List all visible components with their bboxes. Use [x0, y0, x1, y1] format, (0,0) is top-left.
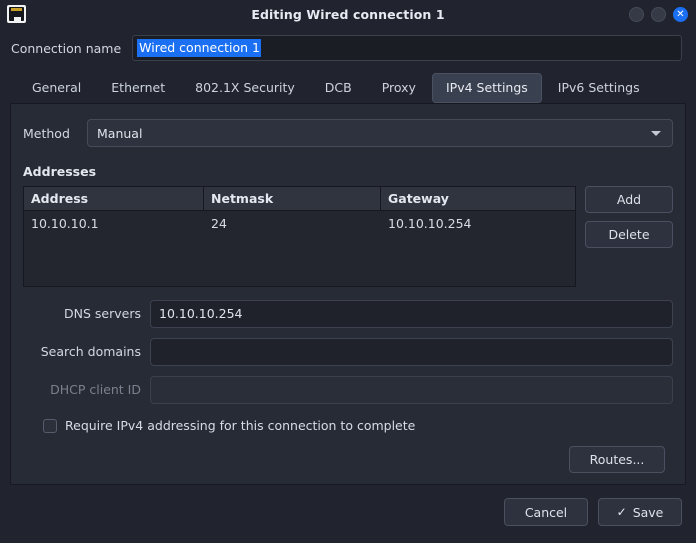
addresses-section-title: Addresses: [23, 164, 673, 179]
require-ipv4-row[interactable]: Require IPv4 addressing for this connect…: [43, 418, 673, 433]
column-header-netmask[interactable]: Netmask: [204, 187, 381, 210]
dhcp-client-id-input: [150, 376, 673, 404]
routes-button[interactable]: Routes...: [569, 446, 665, 473]
method-label: Method: [23, 126, 87, 141]
window-controls: ✕: [629, 0, 688, 29]
ethernet-port-icon: [7, 5, 26, 23]
dialog-actions: Cancel ✓ Save: [0, 485, 696, 526]
table-row[interactable]: 10.10.10.1 24 10.10.10.254: [24, 211, 575, 235]
addresses-table[interactable]: Address Netmask Gateway 10.10.10.1 24 10…: [23, 186, 576, 287]
tab-8021x-security[interactable]: 802.1X Security: [181, 73, 309, 103]
connection-name-value: Wired connection 1: [137, 39, 261, 57]
dhcp-client-id-label: DHCP client ID: [23, 382, 150, 397]
minimize-button[interactable]: [629, 7, 644, 22]
tab-proxy[interactable]: Proxy: [368, 73, 430, 103]
check-icon: ✓: [617, 505, 627, 519]
cell-gateway[interactable]: 10.10.10.254: [381, 211, 575, 235]
tab-dcb[interactable]: DCB: [311, 73, 366, 103]
dns-servers-input[interactable]: 10.10.10.254: [150, 300, 673, 328]
column-header-gateway[interactable]: Gateway: [381, 187, 575, 210]
window-title: Editing Wired connection 1: [0, 7, 696, 22]
search-domains-input[interactable]: [150, 338, 673, 366]
method-value: Manual: [97, 126, 142, 141]
search-domains-row: Search domains: [23, 336, 673, 367]
cancel-button[interactable]: Cancel: [504, 498, 588, 526]
tab-ethernet[interactable]: Ethernet: [97, 73, 179, 103]
connection-name-input[interactable]: Wired connection 1: [132, 35, 682, 61]
delete-button[interactable]: Delete: [585, 221, 673, 248]
dns-servers-label: DNS servers: [23, 306, 150, 321]
addresses-block: Address Netmask Gateway 10.10.10.1 24 10…: [23, 186, 673, 287]
chevron-down-icon: [651, 131, 661, 136]
search-domains-label: Search domains: [23, 344, 150, 359]
dhcp-client-id-row: DHCP client ID: [23, 374, 673, 405]
column-header-address[interactable]: Address: [24, 187, 204, 210]
routes-row: Routes...: [23, 446, 673, 473]
addresses-table-header: Address Netmask Gateway: [24, 187, 575, 211]
addresses-buttons: Add Delete: [585, 186, 673, 287]
close-icon[interactable]: ✕: [673, 7, 688, 22]
add-button[interactable]: Add: [585, 186, 673, 213]
maximize-button[interactable]: [651, 7, 666, 22]
connection-name-label: Connection name: [11, 41, 121, 56]
tab-bar: General Ethernet 802.1X Security DCB Pro…: [0, 67, 696, 103]
cell-address[interactable]: 10.10.10.1: [24, 211, 204, 235]
cell-netmask[interactable]: 24: [204, 211, 381, 235]
method-select[interactable]: Manual: [87, 119, 673, 147]
tab-ipv4-settings[interactable]: IPv4 Settings: [432, 73, 542, 103]
save-button-label: Save: [633, 505, 664, 520]
connection-name-row: Connection name Wired connection 1: [0, 33, 696, 63]
tab-general[interactable]: General: [18, 73, 95, 103]
save-button[interactable]: ✓ Save: [598, 498, 682, 526]
title-bar: Editing Wired connection 1 ✕: [0, 0, 696, 29]
dns-servers-row: DNS servers 10.10.10.254: [23, 298, 673, 329]
ipv4-settings-panel: Method Manual Addresses Address Netmask …: [10, 103, 686, 485]
require-ipv4-label: Require IPv4 addressing for this connect…: [65, 418, 415, 433]
require-ipv4-checkbox[interactable]: [43, 419, 57, 433]
tab-ipv6-settings[interactable]: IPv6 Settings: [544, 73, 654, 103]
method-row: Method Manual: [23, 118, 673, 148]
